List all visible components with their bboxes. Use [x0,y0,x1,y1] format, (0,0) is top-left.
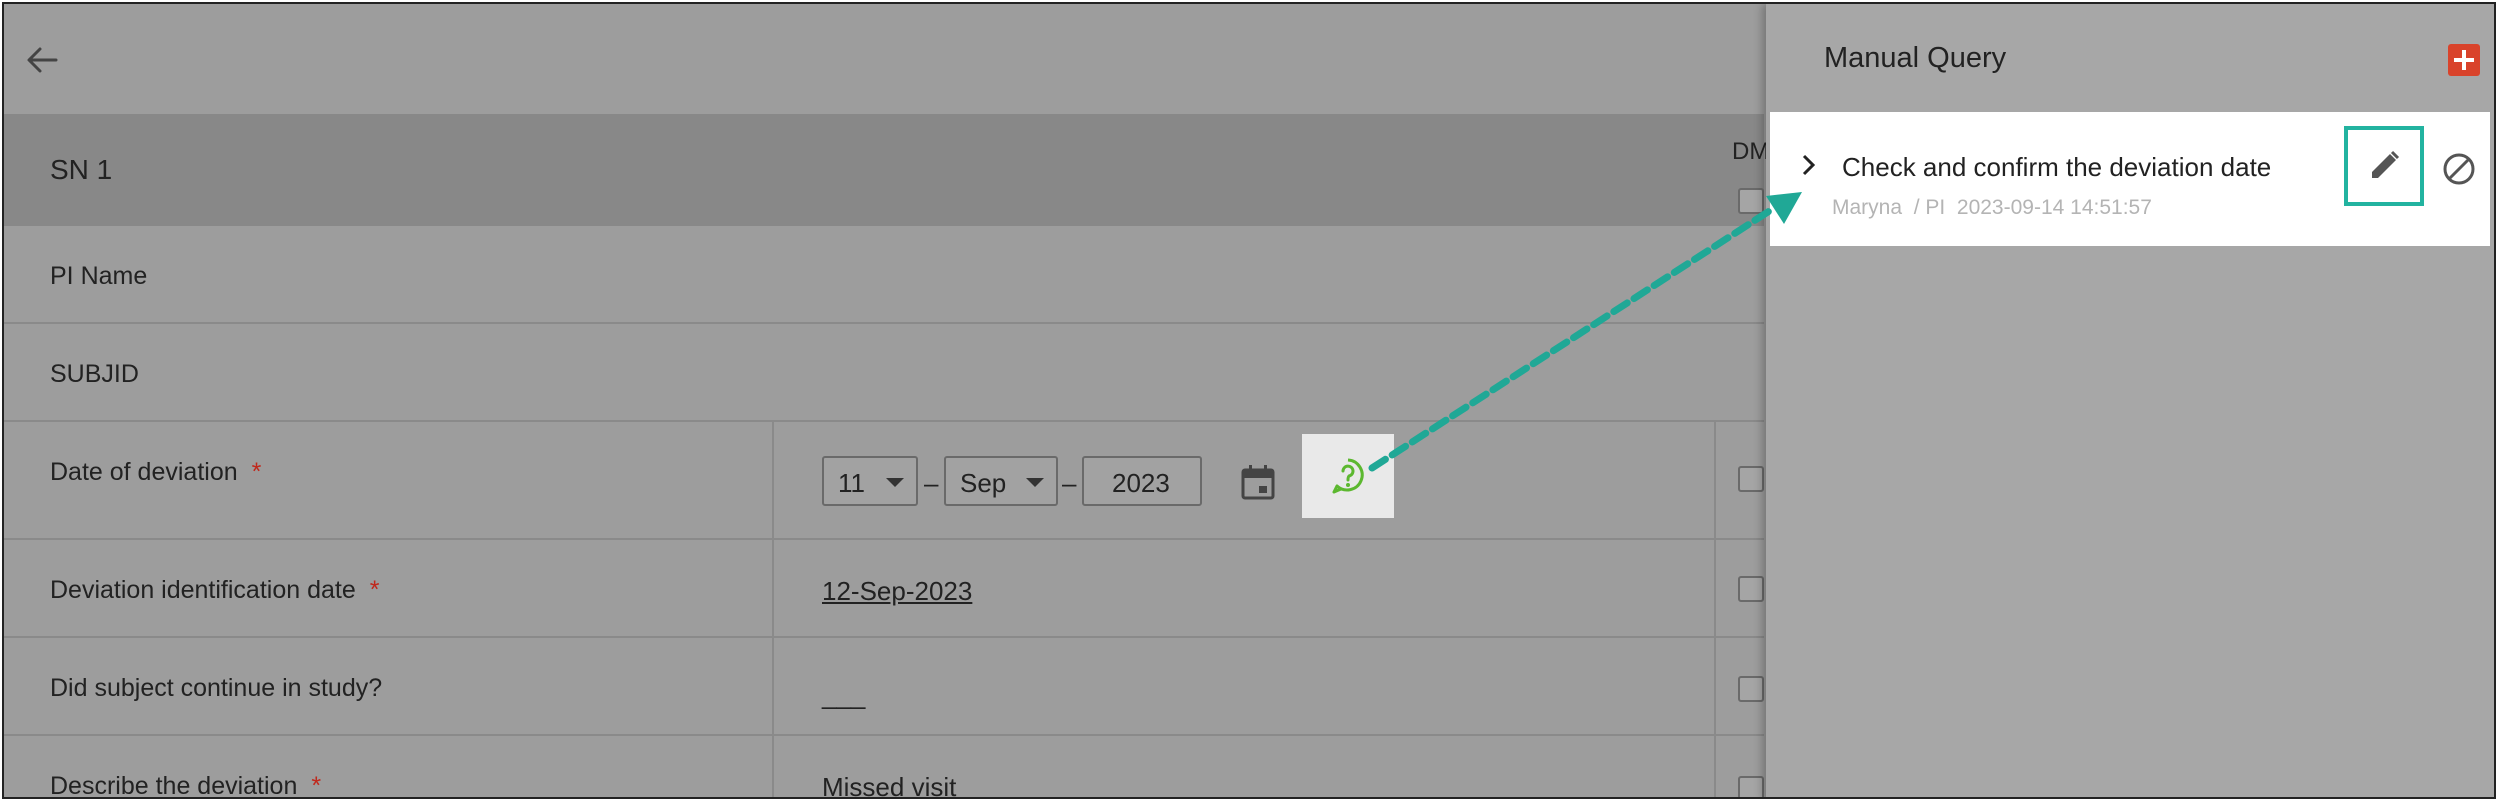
query-indicator[interactable] [1302,434,1394,518]
column-divider [772,638,774,734]
continue-in-study-label: Did subject continue in study? [50,674,383,702]
column-divider [772,422,774,538]
dm-checkbox[interactable] [1738,776,1764,797]
query-timestamp: 2023-09-14 14:51:57 [1956,196,2152,219]
chevron-right-icon[interactable] [1798,154,1820,176]
day-value: 11 [838,468,865,498]
month-select[interactable]: Sep [944,456,1058,506]
row-continue-in-study: Did subject continue in study? ___ [4,638,1764,736]
date-of-deviation-label: Date of deviation * [50,458,262,486]
describe-deviation-value[interactable]: Missed visit [822,772,956,797]
column-divider [772,540,774,636]
identification-date-label: Deviation identification date * [50,576,380,604]
column-divider [1714,736,1716,797]
row-date-of-deviation: Date of deviation * 11 – Sep – 2023 [4,422,1764,540]
dm-checkbox[interactable] [1738,676,1764,702]
section-header: SN 1 DM [4,114,1769,226]
arrow-left-icon[interactable] [22,40,62,80]
edit-button[interactable] [2344,126,2424,206]
query-meta: Maryna / PI 2023-09-14 14:51:57 [1832,196,2152,220]
pi-name-label: PI Name [50,262,148,290]
column-divider [1714,638,1716,734]
block-icon[interactable] [2440,150,2478,188]
query-role: / PI [1913,196,1946,219]
day-select[interactable]: 11 [822,456,918,506]
query-item[interactable]: Check and confirm the deviation date Mar… [1770,112,2490,246]
chevron-down-icon [1026,478,1044,487]
identification-date-value[interactable]: 12-Sep-2023 [822,576,972,607]
query-author: Maryna [1832,196,1903,219]
month-value: Sep [960,468,1007,498]
query-text: Check and confirm the deviation date [1842,152,2272,182]
pencil-icon [2372,150,2400,178]
plus-icon[interactable] [2448,44,2480,76]
dm-checkbox[interactable] [1738,466,1764,492]
panel-title: Manual Query [1824,42,2007,74]
required-marker: * [369,576,380,604]
row-describe-deviation: Describe the deviation * Missed visit [4,736,1764,799]
required-marker: * [251,458,262,486]
column-divider [1714,422,1716,538]
app-frame: SN 1 DM PI Name SUBJID Date of deviation… [2,2,2496,799]
row-identification-date: Deviation identification date * 12-Sep-20… [4,540,1764,638]
year-input[interactable]: 2023 [1082,456,1202,506]
top-bar [4,4,1764,114]
dm-column-label: DM [1732,138,1770,165]
subjid-label: SUBJID [50,360,139,388]
required-marker: * [311,772,322,799]
continue-in-study-value[interactable]: ___ [822,680,865,711]
date-separator: – [924,468,939,498]
row-pi-name: PI Name [4,226,1764,324]
describe-deviation-label: Describe the deviation * [50,772,322,799]
date-separator: – [1062,468,1077,498]
manual-query-panel: Manual Query Check and confirm the devia… [1766,4,2494,797]
year-value: 2023 [1112,468,1170,498]
chevron-down-icon [886,478,904,487]
column-divider [772,736,774,797]
query-help-icon[interactable] [1328,456,1368,496]
dm-checkbox[interactable] [1738,188,1764,214]
calendar-icon[interactable] [1238,462,1278,502]
section-title: SN 1 [50,154,113,185]
row-subjid: SUBJID [4,324,1764,422]
dm-checkbox[interactable] [1738,576,1764,602]
column-divider [1714,540,1716,636]
